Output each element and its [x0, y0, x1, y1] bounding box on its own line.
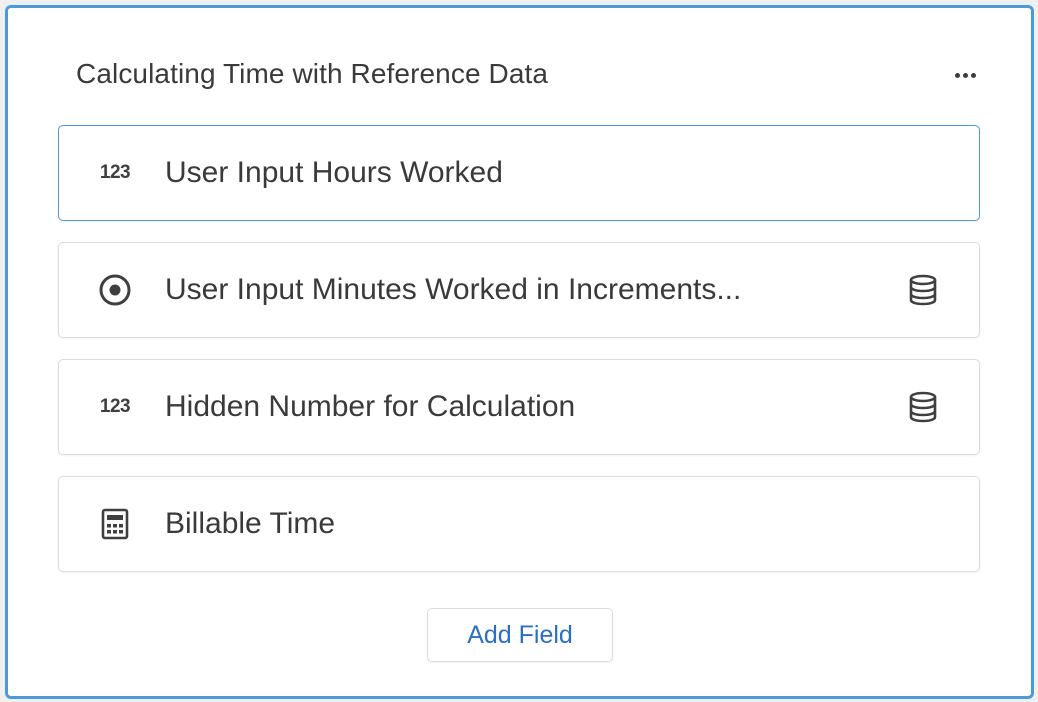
field-label: User Input Hours Worked	[165, 156, 503, 189]
database-icon	[907, 273, 939, 307]
database-icon	[907, 390, 939, 424]
more-dot	[970, 72, 976, 78]
more-horizontal-icon	[954, 72, 960, 78]
radio-icon	[95, 273, 135, 307]
field-label: User Input Minutes Worked in Increments.…	[165, 273, 742, 306]
field-row-minutes-worked[interactable]: User Input Minutes Worked in Increments.…	[58, 242, 980, 338]
calculator-icon	[95, 507, 135, 541]
number-icon: 123	[99, 162, 131, 183]
field-label: Hidden Number for Calculation	[165, 390, 576, 423]
form-section-card: Calculating Time with Reference Data 123…	[5, 5, 1034, 699]
more-options-button[interactable]	[948, 63, 982, 87]
section-title: Calculating Time with Reference Data	[76, 58, 549, 89]
more-dot	[962, 72, 968, 78]
field-row-hours-worked[interactable]: 123 User Input Hours Worked	[58, 125, 980, 221]
number-icon: 123	[99, 396, 131, 417]
add-field-button[interactable]: Add Field	[427, 608, 613, 662]
field-row-billable-time[interactable]: Billable Time	[58, 476, 980, 572]
field-label: Billable Time	[165, 507, 336, 540]
field-row-hidden-number[interactable]: 123 Hidden Number for Calculation	[58, 359, 980, 455]
